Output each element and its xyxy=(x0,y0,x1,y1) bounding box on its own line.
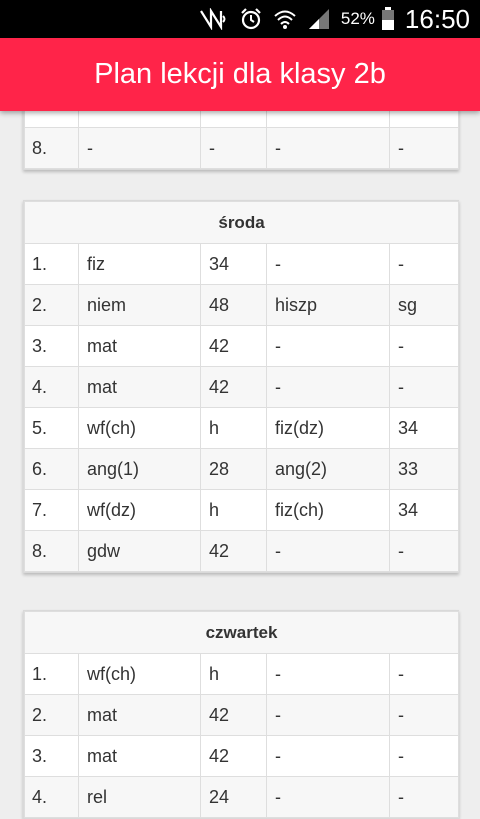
table-row: 6. ang(1) 28 ang(2) 33 xyxy=(24,448,460,490)
room-cell: - xyxy=(389,127,459,169)
lesson-number: 2. xyxy=(24,284,79,326)
table-row: 2. niem 48 hiszp sg xyxy=(24,284,460,326)
subject-cell: - xyxy=(78,127,201,169)
room-cell: h xyxy=(200,653,267,695)
room-cell: - xyxy=(388,366,460,408)
room-cell: 48 xyxy=(200,284,267,326)
subject-cell: mat xyxy=(78,366,201,408)
room-cell: - xyxy=(200,127,267,169)
page-title: Plan lekcji dla klasy 2b xyxy=(94,58,386,90)
subject-cell: fiz(ch) xyxy=(266,489,390,531)
battery-icon xyxy=(381,7,395,31)
lesson-number: 8. xyxy=(24,530,79,572)
room-cell: 28 xyxy=(200,448,267,490)
subject-cell: - xyxy=(266,776,390,818)
subject-cell: ang(2) xyxy=(266,448,390,490)
lesson-number: 3. xyxy=(24,325,79,367)
room-cell: h xyxy=(200,489,267,531)
room-cell: - xyxy=(388,325,460,367)
subject-cell: gdw xyxy=(78,530,201,572)
subject-cell: - xyxy=(266,735,390,777)
subject-cell: fiz xyxy=(78,243,201,285)
room-cell: 42 xyxy=(200,366,267,408)
schedule-content[interactable]: 8. - - - - środa 1. fiz 34 - - 2. niem 4… xyxy=(0,0,480,819)
room-cell: 24 xyxy=(200,776,267,818)
subject-cell: wf(ch) xyxy=(78,407,201,449)
battery-percent: 52% xyxy=(340,9,375,28)
subject-cell: - xyxy=(266,127,390,169)
subject-cell: - xyxy=(266,366,390,408)
day-table: czwartek 1. wf(ch) h - - 2. mat 42 - - 3… xyxy=(24,611,459,818)
table-row: 3. mat 42 - - xyxy=(24,735,459,777)
room-cell: 42 xyxy=(200,735,267,777)
table-row: 2. mat 42 - - xyxy=(24,694,459,736)
signal-icon xyxy=(307,8,331,30)
subject-cell: wf(dz) xyxy=(78,489,201,531)
day-table: środa 1. fiz 34 - - 2. niem 48 hiszp sg … xyxy=(23,201,460,572)
room-cell: 42 xyxy=(200,694,267,736)
table-row: 3. mat 42 - - xyxy=(24,325,460,367)
room-cell: - xyxy=(388,243,460,285)
lesson-number: 1. xyxy=(24,653,79,695)
day-name: środa xyxy=(23,201,460,244)
room-cell: h xyxy=(200,407,267,449)
room-cell: 33 xyxy=(388,448,460,490)
subject-cell: hiszp xyxy=(266,284,390,326)
room-cell: 34 xyxy=(388,407,460,449)
table-row: 1. fiz 34 - - xyxy=(24,243,460,285)
subject-cell: - xyxy=(266,694,390,736)
day-name: czwartek xyxy=(24,611,459,654)
table-row: 7. wf(dz) h fiz(ch) 34 xyxy=(24,489,460,531)
lesson-number: 5. xyxy=(24,407,79,449)
lesson-number: 8. xyxy=(24,127,79,169)
lesson-number: 2. xyxy=(24,694,79,736)
status-bar: 52% 16:50 xyxy=(0,0,480,38)
room-cell: - xyxy=(388,530,460,572)
day-card-czwartek: czwartek 1. wf(ch) h - - 2. mat 42 - - 3… xyxy=(23,610,459,819)
subject-cell: - xyxy=(266,243,390,285)
day-header: środa xyxy=(23,201,460,244)
table-row: 4. mat 42 - - xyxy=(24,366,460,408)
room-cell: - xyxy=(389,776,459,818)
wifi-icon xyxy=(273,8,297,30)
room-cell: - xyxy=(389,653,459,695)
subject-cell: niem xyxy=(78,284,201,326)
room-cell: 34 xyxy=(388,489,460,531)
table-row: 1. wf(ch) h - - xyxy=(24,653,459,695)
subject-cell: - xyxy=(266,653,390,695)
subject-cell: wf(ch) xyxy=(78,653,201,695)
room-cell: - xyxy=(389,735,459,777)
clock: 16:50 xyxy=(404,3,470,34)
lesson-number: 4. xyxy=(24,366,79,408)
lesson-number: 7. xyxy=(24,489,79,531)
day-card-sroda: środa 1. fiz 34 - - 2. niem 48 hiszp sg … xyxy=(23,200,460,573)
alarm-icon xyxy=(239,7,263,31)
table-row: 4. rel 24 - - xyxy=(24,776,459,818)
lesson-number: 1. xyxy=(24,243,79,285)
room-cell: 34 xyxy=(200,243,267,285)
subject-cell: mat xyxy=(78,694,201,736)
lesson-number: 3. xyxy=(24,735,79,777)
table-row: 5. wf(ch) h fiz(dz) 34 xyxy=(24,407,460,449)
day-header: czwartek xyxy=(24,611,459,654)
subject-cell: - xyxy=(266,530,390,572)
table-row: 8. - - - - xyxy=(24,127,459,169)
subject-cell: ang(1) xyxy=(78,448,201,490)
subject-cell: fiz(dz) xyxy=(266,407,390,449)
app-bar: Plan lekcji dla klasy 2b xyxy=(0,38,480,111)
subject-cell: mat xyxy=(78,325,201,367)
room-cell: sg xyxy=(388,284,460,326)
table-row: 8. gdw 42 - - xyxy=(24,530,460,572)
room-cell: 42 xyxy=(200,530,267,572)
subject-cell: rel xyxy=(78,776,201,818)
subject-cell: - xyxy=(266,325,390,367)
room-cell: 42 xyxy=(200,325,267,367)
lesson-number: 4. xyxy=(24,776,79,818)
nfc-icon xyxy=(199,8,229,30)
room-cell: - xyxy=(389,694,459,736)
lesson-number: 6. xyxy=(24,448,79,490)
subject-cell: mat xyxy=(78,735,201,777)
